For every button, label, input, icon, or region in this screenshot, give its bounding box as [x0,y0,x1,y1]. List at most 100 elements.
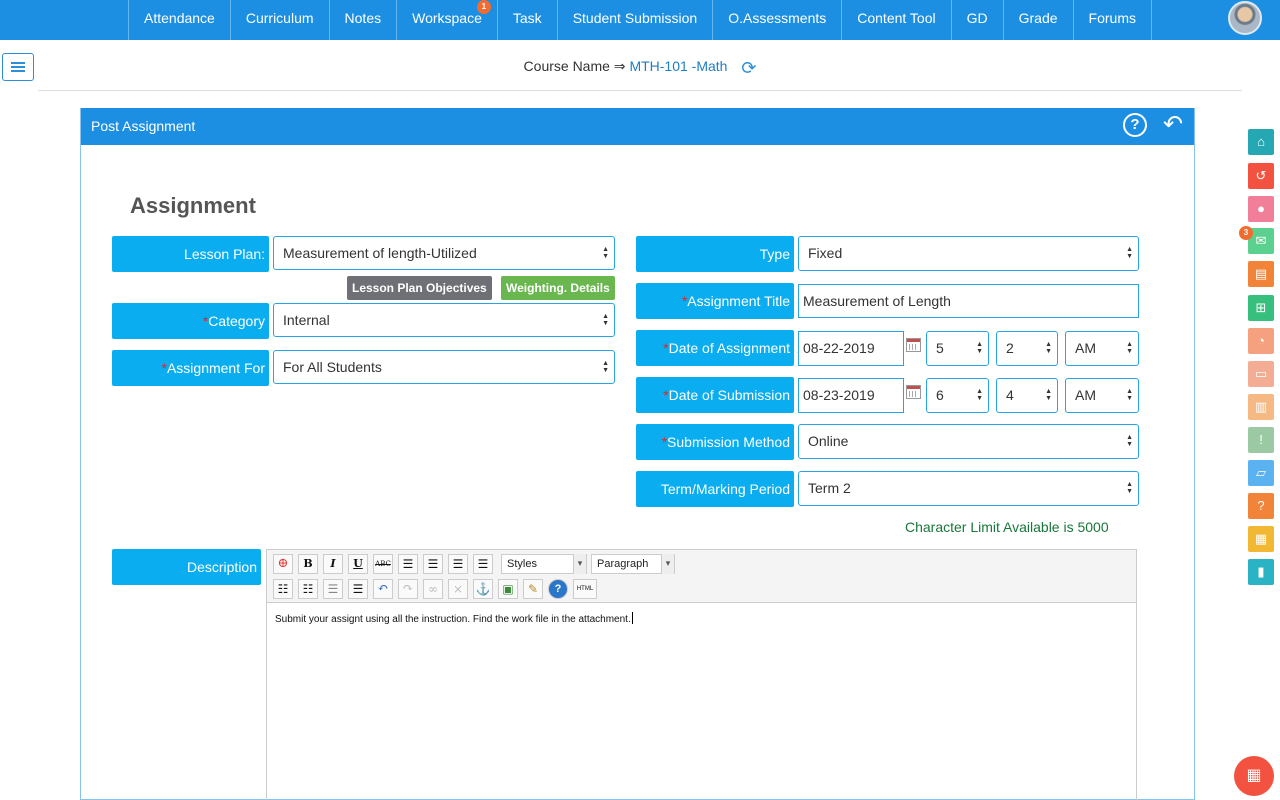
italic-button[interactable]: I [323,554,343,574]
nav-grade[interactable]: Grade [1002,0,1073,40]
underline-button[interactable]: U [348,554,368,574]
styles-dropdown[interactable]: Styles [501,554,587,574]
indent-icon[interactable]: ☰ [348,579,368,599]
image-icon[interactable]: ▣ [498,579,518,599]
bar-chart-icon[interactable]: ▥ [1248,394,1274,420]
submission-minute-select[interactable]: 4 [996,378,1058,413]
nav-forums[interactable]: Forums [1072,0,1152,40]
course-name-label: Course Name ⇒ [523,58,626,74]
question-icon[interactable]: ? [1248,493,1274,519]
lifebuoy-icon[interactable]: ⊕ [273,554,293,574]
link-icon[interactable]: ∞ [423,579,443,599]
align-left-icon[interactable]: ☰ [398,554,418,574]
workspace-badge: 1 [476,0,491,14]
align-justify-icon[interactable]: ☰ [473,554,493,574]
calendar-icon[interactable] [906,385,921,399]
character-limit-text: Character Limit Available is 5000 [905,519,1109,535]
nav-label: Student Submission [572,10,698,26]
user-avatar[interactable] [1228,1,1262,35]
nav-label: Content Tool [857,10,936,26]
nav-label: Grade [1018,10,1058,26]
description-text[interactable]: Submit your assignt using all the instru… [275,612,633,625]
assignment-ampm-select[interactable]: AM [1065,331,1139,366]
nav-label: Attendance [144,10,215,26]
nav-workspace[interactable]: Workspace 1 [396,0,497,40]
nav-task[interactable]: Task [496,0,557,40]
description-editor: ⊕ B I U ABC ☰ ☰ ☰ ☰ Styles Paragraph ☷ ☷… [266,549,1137,800]
profile-icon[interactable]: ● [1248,196,1274,222]
section-title: Assignment [130,193,256,218]
home-icon[interactable]: ⌂ [1248,129,1274,155]
term-marking-period-select[interactable]: Term 2 [798,471,1139,506]
outdent-icon[interactable]: ☰ [323,579,343,599]
alert-icon[interactable]: ! [1248,427,1274,453]
nav-student-submission[interactable]: Student Submission [556,0,713,40]
main-menu: Attendance Curriculum Notes Workspace 1 T… [128,0,1152,40]
lesson-plan-label: Lesson Plan: [112,236,269,272]
weighting-details-button[interactable]: Weighting. Details [501,276,615,300]
paragraph-dropdown[interactable]: Paragraph [591,554,675,574]
submission-date-input[interactable]: 08-23-2019 [798,378,904,413]
anchor-icon[interactable]: ⚓ [473,579,493,599]
assignment-title-input[interactable]: Measurement of Length [798,284,1139,318]
course-name-value[interactable]: MTH-101 -Math [629,58,727,74]
redo-icon[interactable]: ↷ [398,579,418,599]
nav-label: Forums [1088,10,1136,26]
monitor-add-icon[interactable]: ⊞ [1248,295,1274,321]
card-icon[interactable]: ▭ [1248,361,1274,387]
unlink-icon[interactable]: ⨯ [448,579,468,599]
post-assignment-panel: Post Assignment ? ↶ Assignment Lesson Pl… [80,108,1195,800]
lesson-plan-select[interactable]: Measurement of length-Utilized [273,236,615,270]
help-icon[interactable]: ? [1123,113,1147,137]
contact-card-icon[interactable]: ▤ [1248,261,1274,287]
type-label: Type [636,236,794,272]
align-right-icon[interactable]: ☰ [448,554,468,574]
category-label: *Category [112,303,269,339]
assignment-for-select[interactable]: For All Students [273,350,615,384]
date-of-submission-label: *Date of Submission [636,377,794,413]
nav-attendance[interactable]: Attendance [128,0,230,40]
book-icon[interactable]: ▮ [1248,559,1274,585]
panel-title: Post Assignment [91,118,196,134]
nav-content-tool[interactable]: Content Tool [841,0,950,40]
back-arrow-icon[interactable]: ↶ [1163,111,1183,139]
numbered-list-icon[interactable]: ☷ [298,579,318,599]
calendar-icon[interactable] [906,338,921,352]
course-name-bar: Course Name ⇒ MTH-101 -Math ⟳ [0,58,1280,79]
folder-icon[interactable]: ▱ [1248,460,1274,486]
bold-button[interactable]: B [298,554,318,574]
submission-ampm-select[interactable]: AM [1065,378,1139,413]
undo-icon[interactable]: ↶ [373,579,393,599]
nav-gd[interactable]: GD [950,0,1003,40]
type-select[interactable]: Fixed [798,236,1139,271]
bullet-list-icon[interactable]: ☷ [273,579,293,599]
submission-method-select[interactable]: Online [798,424,1139,459]
nav-label: Notes [344,10,382,26]
nav-notes[interactable]: Notes [328,0,397,40]
nav-curriculum[interactable]: Curriculum [229,0,329,40]
nav-label: Task [512,10,542,26]
divider [38,90,1242,91]
cleanup-icon[interactable]: ✎ [523,579,543,599]
nav-label: Workspace [412,10,482,26]
panel-header: Post Assignment ? ↶ [81,108,1194,145]
assignment-minute-select[interactable]: 2 [996,331,1058,366]
refresh-icon[interactable]: ⟳ [741,58,756,79]
calendar-dock-icon[interactable]: ▦ [1248,526,1274,552]
lesson-plan-objectives-button[interactable]: Lesson Plan Objectives [347,276,492,300]
assignment-title-label: *Assignment Title [636,283,794,319]
align-center-icon[interactable]: ☰ [423,554,443,574]
nav-label: O.Assessments [728,10,827,26]
strikethrough-button[interactable]: ABC [373,554,393,574]
editor-help-icon[interactable]: ? [548,579,568,599]
assignment-hour-select[interactable]: 5 [926,331,989,366]
compass-icon[interactable]: ◔ [1248,328,1274,354]
history-icon[interactable]: ↺ [1248,163,1274,189]
assignment-date-input[interactable]: 08-22-2019 [798,331,904,366]
nav-o-assessments[interactable]: O.Assessments [712,0,841,40]
category-select[interactable]: Internal [273,303,615,337]
top-navbar: Attendance Curriculum Notes Workspace 1 T… [0,0,1280,40]
submission-hour-select[interactable]: 6 [926,378,989,413]
chip-icon[interactable]: ▦ [1234,756,1274,796]
html-source-button[interactable]: HTML [573,579,597,599]
